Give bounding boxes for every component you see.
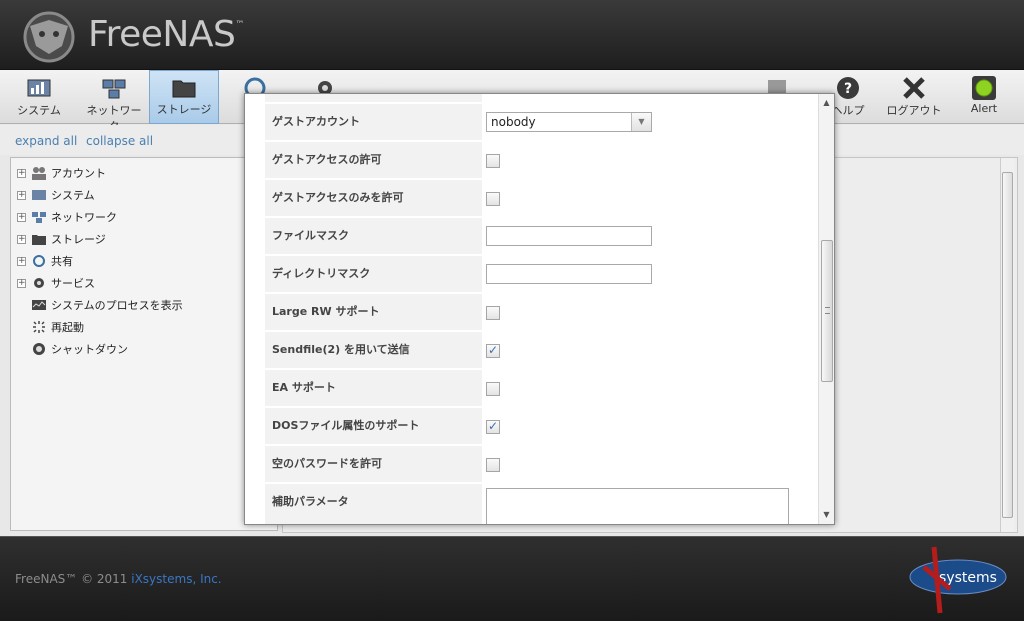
form-row-dos-attrs: DOSファイル属性のサポート <box>265 408 803 445</box>
sendfile-label: Sendfile(2) を用いて送信 <box>265 332 482 368</box>
sharing-icon <box>33 255 45 267</box>
tree-item-storage[interactable]: + ストレージ <box>17 230 106 248</box>
storage-folder-icon <box>172 80 196 98</box>
navigation-tree: + アカウント + システム + ネットワーク + ストレージ + 共有 + サ… <box>10 157 278 531</box>
freenas-logo-icon <box>23 11 75 63</box>
aux-params-label: 補助パラメータ <box>265 484 482 524</box>
scroll-up-icon[interactable]: ▲ <box>819 96 834 110</box>
toolbar-logout-button[interactable]: ログアウト <box>886 72 942 122</box>
tree-item-reboot[interactable]: 再起動 <box>17 318 84 336</box>
scrollbar-thumb[interactable] <box>1002 172 1013 518</box>
guest-account-select[interactable]: nobody ▼ <box>486 112 652 132</box>
dir-mask-label: ディレクトリマスク <box>265 256 482 292</box>
services-gear-icon <box>34 278 44 288</box>
toolbar-network-button[interactable]: ネットワーク <box>82 72 146 133</box>
guest-account-label: ゲストアカウント <box>265 104 482 140</box>
empty-password-checkbox[interactable] <box>486 458 500 472</box>
account-icon <box>32 167 46 180</box>
company-link[interactable]: iXsystems, Inc. <box>131 572 221 586</box>
form-row-ea-support: EA サポート <box>265 370 803 407</box>
expand-icon[interactable]: + <box>17 168 26 178</box>
help-icon: ? <box>837 77 859 99</box>
form-row-guest-account: ゲストアカウント nobody ▼ <box>265 104 803 141</box>
empty-password-label: 空のパスワードを許可 <box>265 446 482 482</box>
toolbar-storage-button[interactable]: ストレージ <box>149 70 219 124</box>
toolbar-system-button[interactable]: システム <box>14 72 64 122</box>
alert-status-icon <box>972 76 996 100</box>
guest-access-label: ゲストアクセスの許可 <box>265 142 482 178</box>
dos-attrs-checkbox[interactable] <box>486 419 500 434</box>
aux-params-textarea[interactable] <box>486 488 789 524</box>
guest-only-label: ゲストアクセスのみを許可 <box>265 180 482 216</box>
form-row-guest-only: ゲストアクセスのみを許可 <box>265 180 803 217</box>
expand-icon[interactable]: + <box>17 278 26 288</box>
large-rw-label: Large RW サポート <box>265 294 482 330</box>
form-row-aux-params: 補助パラメータ <box>265 484 803 524</box>
system-icon <box>32 190 46 200</box>
form-row-guest-access: ゲストアクセスの許可 <box>265 142 803 179</box>
ea-support-checkbox[interactable] <box>486 382 500 396</box>
form-row-large-rw: Large RW サポート <box>265 294 803 331</box>
dos-attrs-label: DOSファイル属性のサポート <box>265 408 482 444</box>
large-rw-checkbox[interactable] <box>486 306 500 320</box>
cifs-settings-dialog: ゲストアカウント nobody ▼ ゲストアクセスの許可 ゲストアクセスのみを許可… <box>244 93 835 525</box>
guest-only-checkbox[interactable] <box>486 192 500 206</box>
storage-folder-icon <box>32 235 46 245</box>
dir-mask-input[interactable] <box>486 264 652 284</box>
tree-item-shutdown[interactable]: シャットダウン <box>17 340 128 358</box>
tree-item-network[interactable]: + ネットワーク <box>17 208 117 226</box>
sendfile-checkbox[interactable] <box>486 343 500 358</box>
scroll-down-icon[interactable]: ▼ <box>819 508 834 522</box>
ixsystems-logo-icon: systems <box>909 546 1007 614</box>
form-row-previous <box>265 94 803 103</box>
network-icon <box>102 79 126 99</box>
tree-item-account[interactable]: + アカウント <box>17 164 106 182</box>
tree-item-sharing[interactable]: + 共有 <box>17 252 73 270</box>
shutdown-icon <box>33 343 45 355</box>
tree-item-services[interactable]: + サービス <box>17 274 95 292</box>
expand-all-link[interactable]: expand all <box>15 134 77 148</box>
ixsystems-logo-text: systems <box>939 570 997 586</box>
network-icon <box>32 212 46 223</box>
dialog-scrollbar[interactable]: ▲ ▼ <box>818 94 834 524</box>
tree-item-system[interactable]: + システム <box>17 186 95 204</box>
copyright-text: FreeNAS™ © 2011 iXsystems, Inc. <box>15 572 222 586</box>
form-row-dir-mask: ディレクトリマスク <box>265 256 803 293</box>
processes-icon <box>32 300 46 310</box>
app-footer: FreeNAS™ © 2011 iXsystems, Inc. systems <box>0 536 1024 621</box>
file-mask-input[interactable] <box>486 226 652 246</box>
reboot-icon <box>33 321 45 333</box>
brand-name: FreeNAS™ <box>88 14 244 55</box>
toolbar-alert-button[interactable]: Alert <box>962 72 1006 122</box>
content-scrollbar[interactable] <box>1000 158 1014 532</box>
expand-icon[interactable]: + <box>17 190 26 200</box>
expand-icon[interactable]: + <box>17 212 26 222</box>
form-row-sendfile: Sendfile(2) を用いて送信 <box>265 332 803 369</box>
ea-support-label: EA サポート <box>265 370 482 406</box>
expand-icon[interactable]: + <box>17 234 26 244</box>
svg-text:?: ? <box>844 81 852 97</box>
form-row-file-mask: ファイルマスク <box>265 218 803 255</box>
chevron-down-icon[interactable]: ▼ <box>631 113 651 131</box>
system-icon <box>27 79 51 97</box>
dialog-scrollbar-thumb[interactable] <box>821 240 833 382</box>
tree-item-processes[interactable]: システムのプロセスを表示 <box>17 296 183 314</box>
logout-x-icon <box>903 77 925 99</box>
file-mask-label: ファイルマスク <box>265 218 482 254</box>
expand-icon[interactable]: + <box>17 256 26 266</box>
form-row-empty-password: 空のパスワードを許可 <box>265 446 803 483</box>
guest-access-checkbox[interactable] <box>486 154 500 168</box>
collapse-all-link[interactable]: collapse all <box>86 134 153 148</box>
app-header: FreeNAS™ <box>0 0 1024 70</box>
